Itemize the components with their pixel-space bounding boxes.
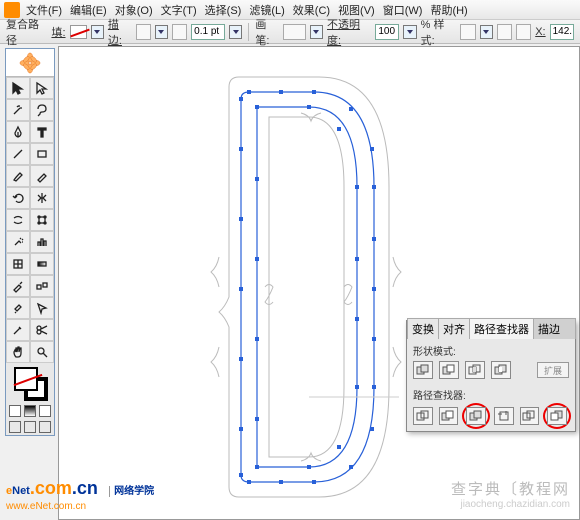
crop-button[interactable]: [494, 407, 514, 425]
brand-net: Net: [12, 485, 30, 497]
opacity-dropdown[interactable]: [403, 25, 416, 39]
fill-swatch[interactable]: [70, 25, 87, 39]
menu-edit[interactable]: 编辑(E): [70, 2, 107, 18]
free-transform-tool[interactable]: [30, 209, 54, 231]
screen-mode-normal-icon[interactable]: [9, 421, 21, 433]
pathfinder-panel[interactable]: 变换 对齐 路径查找器 描边 形状模式: 扩展 路径查找器:: [406, 320, 576, 432]
toolbox: [5, 48, 55, 436]
brand-suffix: 网络学院: [109, 486, 154, 497]
lasso-tool[interactable]: [30, 99, 54, 121]
watermark-right: 查字典〔教程网 jiaocheng.chazidian.com: [451, 478, 570, 510]
fill-box-icon[interactable]: [14, 367, 38, 391]
menu-select[interactable]: 选择(S): [205, 2, 242, 18]
tab-pathfinder[interactable]: 路径查找器: [469, 318, 534, 339]
panel-tabs: 变换 对齐 路径查找器 描边: [407, 321, 575, 339]
toolbox-header-icon: [6, 49, 54, 77]
live-paint-selection-tool[interactable]: [30, 297, 54, 319]
style-swatch[interactable]: [460, 24, 475, 40]
brush-dropdown[interactable]: [310, 25, 323, 39]
opacity-field[interactable]: 100: [375, 24, 399, 40]
brush-label: 画笔:: [255, 16, 279, 48]
slice-tool[interactable]: [6, 319, 30, 341]
unite-button[interactable]: [413, 361, 433, 379]
symbol-sprayer-tool[interactable]: [6, 231, 30, 253]
trim-button[interactable]: [439, 407, 459, 425]
hand-tool[interactable]: [6, 341, 30, 363]
menu-type[interactable]: 文字(T): [161, 2, 197, 18]
options-bar: 复合路径 填: 描边: 0.1 pt 画笔: 不透明度: 100 % 样式: X…: [0, 20, 580, 44]
tab-align[interactable]: 对齐: [438, 318, 470, 339]
graph-tool[interactable]: [30, 231, 54, 253]
gradient-tool[interactable]: [30, 253, 54, 275]
pen-tool[interactable]: [6, 121, 30, 143]
misc-icon-1[interactable]: [497, 24, 512, 40]
none-mode-icon[interactable]: [39, 405, 51, 417]
divide-button[interactable]: [413, 407, 433, 425]
rotate-tool[interactable]: [6, 187, 30, 209]
menu-bar: 文件(F) 编辑(E) 对象(O) 文字(T) 选择(S) 滤镜(L) 效果(C…: [0, 0, 580, 20]
gradient-mode-icon[interactable]: [24, 405, 36, 417]
stroke-label: 描边:: [108, 16, 132, 48]
direct-selection-tool[interactable]: [30, 77, 54, 99]
screen-mode-presentation-icon[interactable]: [39, 421, 51, 433]
type-tool[interactable]: [30, 121, 54, 143]
menu-effect[interactable]: 效果(C): [293, 2, 330, 18]
canvas[interactable]: [58, 46, 580, 520]
tab-transform[interactable]: 变换: [407, 318, 439, 339]
tab-stroke[interactable]: 描边: [533, 318, 576, 339]
fill-label: 填:: [51, 24, 65, 40]
brand-url: www.eNet.com.cn: [6, 501, 154, 512]
shape-mode-label: 形状模式:: [413, 343, 569, 358]
pencil-tool[interactable]: [30, 165, 54, 187]
merge-button[interactable]: [466, 407, 486, 425]
color-mode-icon[interactable]: [9, 405, 21, 417]
brush-swatch[interactable]: [283, 24, 306, 40]
watermark-right-title: 查字典〔教程网: [451, 478, 570, 499]
opacity-suffix: % 样式:: [421, 16, 457, 48]
mesh-tool[interactable]: [6, 253, 30, 275]
scissors-tool[interactable]: [30, 319, 54, 341]
stroke-weight-field[interactable]: 0.1 pt: [191, 24, 225, 40]
separator: [248, 23, 249, 41]
outline-button[interactable]: [520, 407, 540, 425]
live-paint-tool[interactable]: [6, 297, 30, 319]
selection-tool[interactable]: [6, 77, 30, 99]
stroke-weight-icon[interactable]: [172, 24, 187, 40]
zoom-tool[interactable]: [30, 341, 54, 363]
expand-button[interactable]: 扩展: [537, 362, 569, 378]
x-field[interactable]: 142.: [550, 24, 574, 40]
reflect-tool[interactable]: [30, 187, 54, 209]
brand-com: .com: [30, 478, 72, 498]
screen-mode-full-icon[interactable]: [24, 421, 36, 433]
minus-front-button[interactable]: [439, 361, 459, 379]
x-label: X:: [535, 26, 545, 38]
pathfinder-ops-label: 路径查找器:: [413, 387, 569, 402]
intersect-button[interactable]: [465, 361, 485, 379]
blend-tool[interactable]: [30, 275, 54, 297]
artwork-letter-d: [149, 57, 429, 517]
stroke-weight-dropdown[interactable]: [229, 25, 242, 39]
exclude-button[interactable]: [491, 361, 511, 379]
warp-tool[interactable]: [6, 209, 30, 231]
rectangle-tool[interactable]: [30, 143, 54, 165]
stroke-dropdown[interactable]: [155, 25, 168, 39]
watermark-right-url: jiaocheng.chazidian.com: [451, 499, 570, 510]
eyedropper-tool[interactable]: [6, 275, 30, 297]
watermark-left: eNet.com.cn 网络学院 www.eNet.com.cn: [6, 470, 154, 512]
stroke-swatch[interactable]: [136, 24, 151, 40]
misc-icon-2[interactable]: [516, 24, 531, 40]
magic-wand-tool[interactable]: [6, 99, 30, 121]
fill-stroke-control[interactable]: [6, 363, 54, 403]
brand-cn: .cn: [72, 478, 98, 498]
object-type-label: 复合路径: [6, 16, 47, 48]
paintbrush-tool[interactable]: [6, 165, 30, 187]
style-dropdown[interactable]: [480, 25, 493, 39]
menu-window[interactable]: 窗口(W): [383, 2, 423, 18]
fill-dropdown[interactable]: [91, 25, 104, 39]
line-tool[interactable]: [6, 143, 30, 165]
minus-back-button[interactable]: [547, 407, 567, 425]
opacity-label: 不透明度:: [327, 16, 371, 48]
